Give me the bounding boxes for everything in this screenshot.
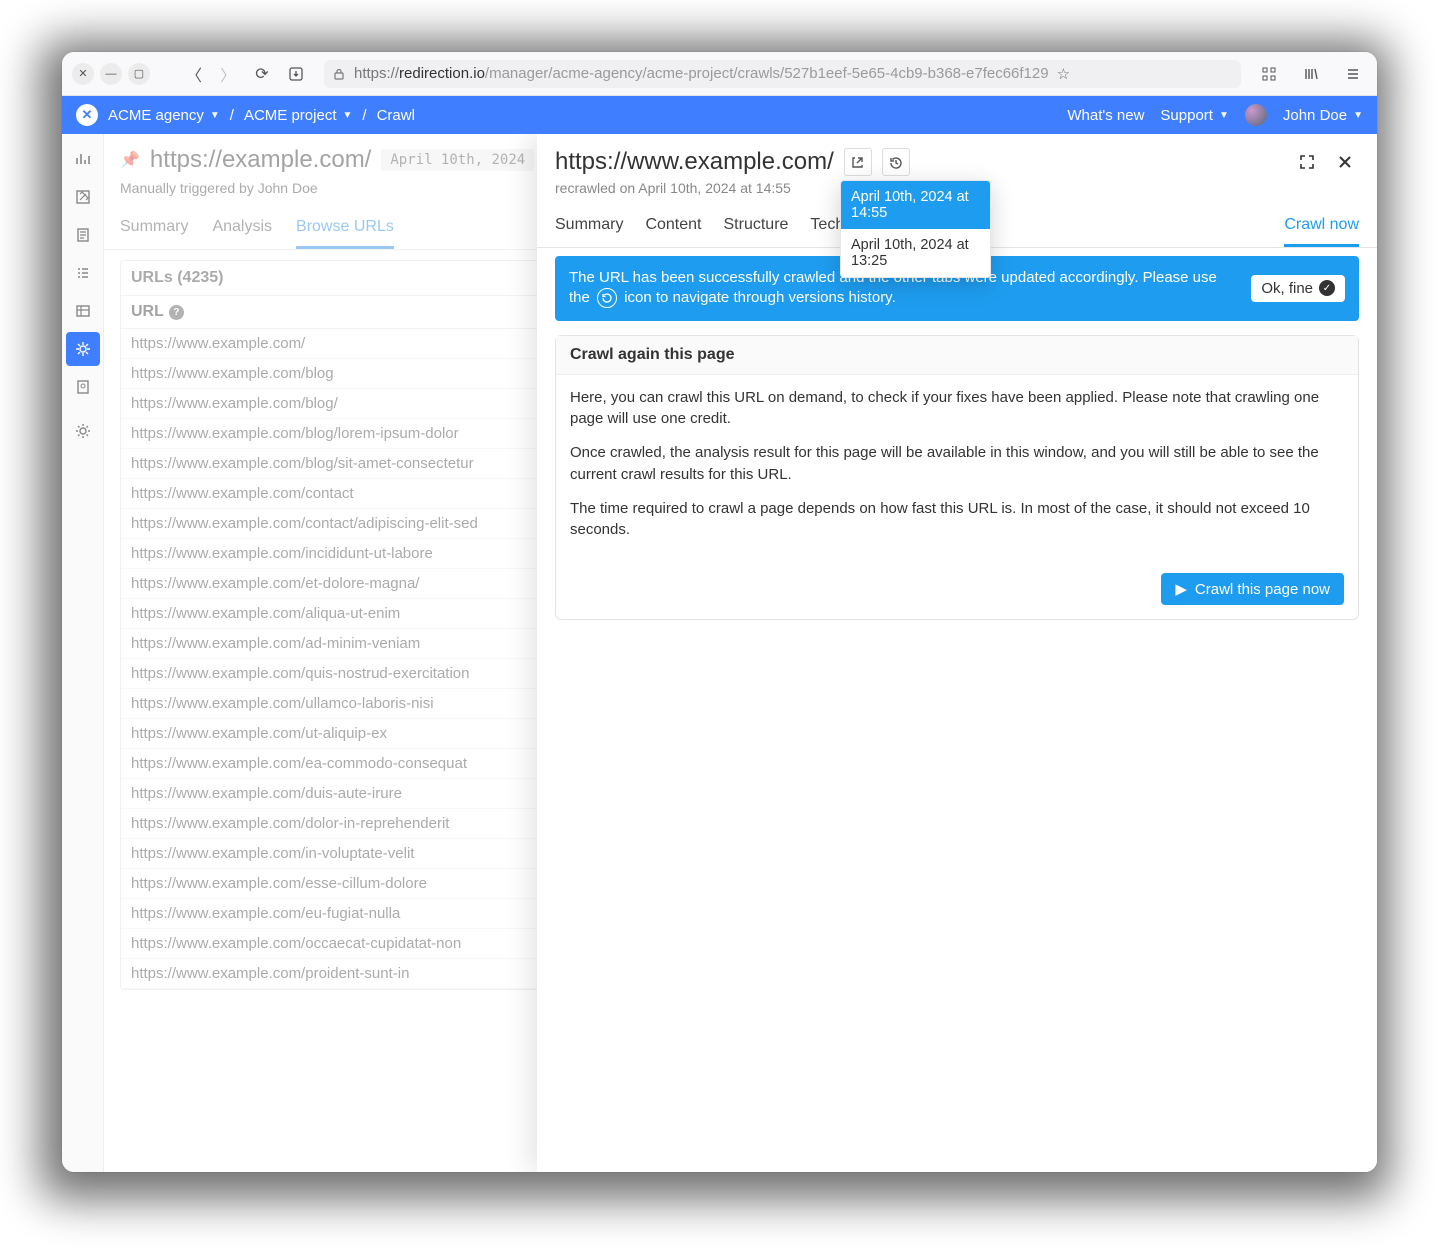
nav-table-icon[interactable] (66, 294, 100, 328)
app-header: ✕ ACME agency ▼ / ACME project ▼ / Crawl… (62, 96, 1377, 134)
lock-icon (332, 67, 346, 81)
play-icon: ▶ (1175, 580, 1187, 598)
window-minimize-icon[interactable]: — (100, 63, 122, 85)
url-path: /manager/acme-agency/acme-project/crawls… (485, 65, 1049, 82)
nav-rules-icon[interactable] (66, 180, 100, 214)
crawl-now-button[interactable]: ▶ Crawl this page now (1161, 573, 1344, 605)
forward-button[interactable]: 〉 (214, 60, 242, 88)
version-option[interactable]: April 10th, 2024 at 13:25 (841, 229, 990, 277)
card-p2: Once crawled, the analysis result for th… (570, 442, 1344, 486)
browser-window: ✕ — ▢ 〈 〉 ⟳ https:// redirection.io /man… (62, 52, 1377, 1172)
install-app-icon[interactable] (282, 60, 310, 88)
window-close-icon[interactable]: ✕ (72, 63, 94, 85)
breadcrumb-project[interactable]: ACME project ▼ (244, 107, 352, 124)
back-button[interactable]: 〈 (180, 60, 208, 88)
ptab-crawl-now[interactable]: Crawl now (1284, 210, 1359, 247)
check-circle-icon: ✓ (1319, 280, 1335, 296)
window-maximize-icon[interactable]: ▢ (128, 63, 150, 85)
address-bar[interactable]: https:// redirection.io /manager/acme-ag… (324, 60, 1241, 88)
project-label: ACME project (244, 107, 337, 124)
reload-button[interactable]: ⟳ (248, 60, 276, 88)
ptab-summary[interactable]: Summary (555, 210, 623, 247)
breadcrumb-agency[interactable]: ACME agency ▼ (108, 107, 220, 124)
chevron-down-icon: ▼ (210, 110, 220, 121)
chevron-down-icon: ▼ (1353, 110, 1363, 121)
agency-label: ACME agency (108, 107, 204, 124)
url-detail-panel: https://www.example.com/ (537, 134, 1377, 1172)
nav-checklist-icon[interactable] (66, 256, 100, 290)
notice-text-b: icon to navigate through versions histor… (624, 289, 896, 306)
apps-grid-icon[interactable] (1255, 60, 1283, 88)
whats-new-link[interactable]: What's new (1067, 107, 1144, 124)
history-inline-icon (597, 288, 617, 308)
nav-analytics-icon[interactable] (66, 142, 100, 176)
close-icon[interactable] (1331, 148, 1359, 176)
nav-crawl-icon[interactable] (66, 332, 100, 366)
user-label: John Doe (1283, 107, 1347, 124)
nav-document-icon[interactable] (66, 218, 100, 252)
sidenav (62, 134, 104, 1172)
bookmark-star-icon[interactable]: ☆ (1057, 65, 1070, 83)
support-menu[interactable]: Support ▼ (1160, 107, 1228, 124)
ptab-content[interactable]: Content (645, 210, 701, 247)
crawl-now-label: Crawl this page now (1195, 581, 1330, 598)
versions-dropdown: April 10th, 2024 at 14:55 April 10th, 20… (840, 180, 991, 278)
url-prefix: https:// (354, 65, 399, 82)
panel-title: https://www.example.com/ (555, 148, 834, 176)
open-external-icon[interactable] (844, 148, 872, 176)
crawl-again-card: Crawl again this page Here, you can craw… (555, 335, 1359, 621)
browser-chrome: ✕ — ▢ 〈 〉 ⟳ https:// redirection.io /man… (62, 52, 1377, 96)
history-icon[interactable] (882, 148, 910, 176)
breadcrumb-current: Crawl (377, 107, 415, 124)
expand-icon[interactable] (1293, 148, 1321, 176)
ok-fine-button[interactable]: Ok, fine ✓ (1251, 275, 1345, 302)
hamburger-menu-icon[interactable] (1339, 60, 1367, 88)
ptab-structure[interactable]: Structure (724, 210, 789, 247)
card-title: Crawl again this page (556, 336, 1358, 375)
chevron-down-icon: ▼ (342, 110, 352, 121)
chevron-down-icon: ▼ (1219, 110, 1229, 121)
app-logo-icon[interactable]: ✕ (76, 104, 98, 126)
url-host: redirection.io (399, 65, 485, 82)
version-option-selected[interactable]: April 10th, 2024 at 14:55 (841, 181, 990, 229)
support-label: Support (1160, 107, 1213, 124)
library-icon[interactable] (1297, 60, 1325, 88)
nav-settings-icon[interactable] (66, 414, 100, 448)
nav-report-icon[interactable] (66, 370, 100, 404)
avatar[interactable] (1245, 104, 1267, 126)
user-menu[interactable]: John Doe ▼ (1283, 107, 1363, 124)
card-p3: The time required to crawl a page depend… (570, 498, 1344, 542)
card-p1: Here, you can crawl this URL on demand, … (570, 387, 1344, 431)
ok-label: Ok, fine (1261, 280, 1313, 297)
